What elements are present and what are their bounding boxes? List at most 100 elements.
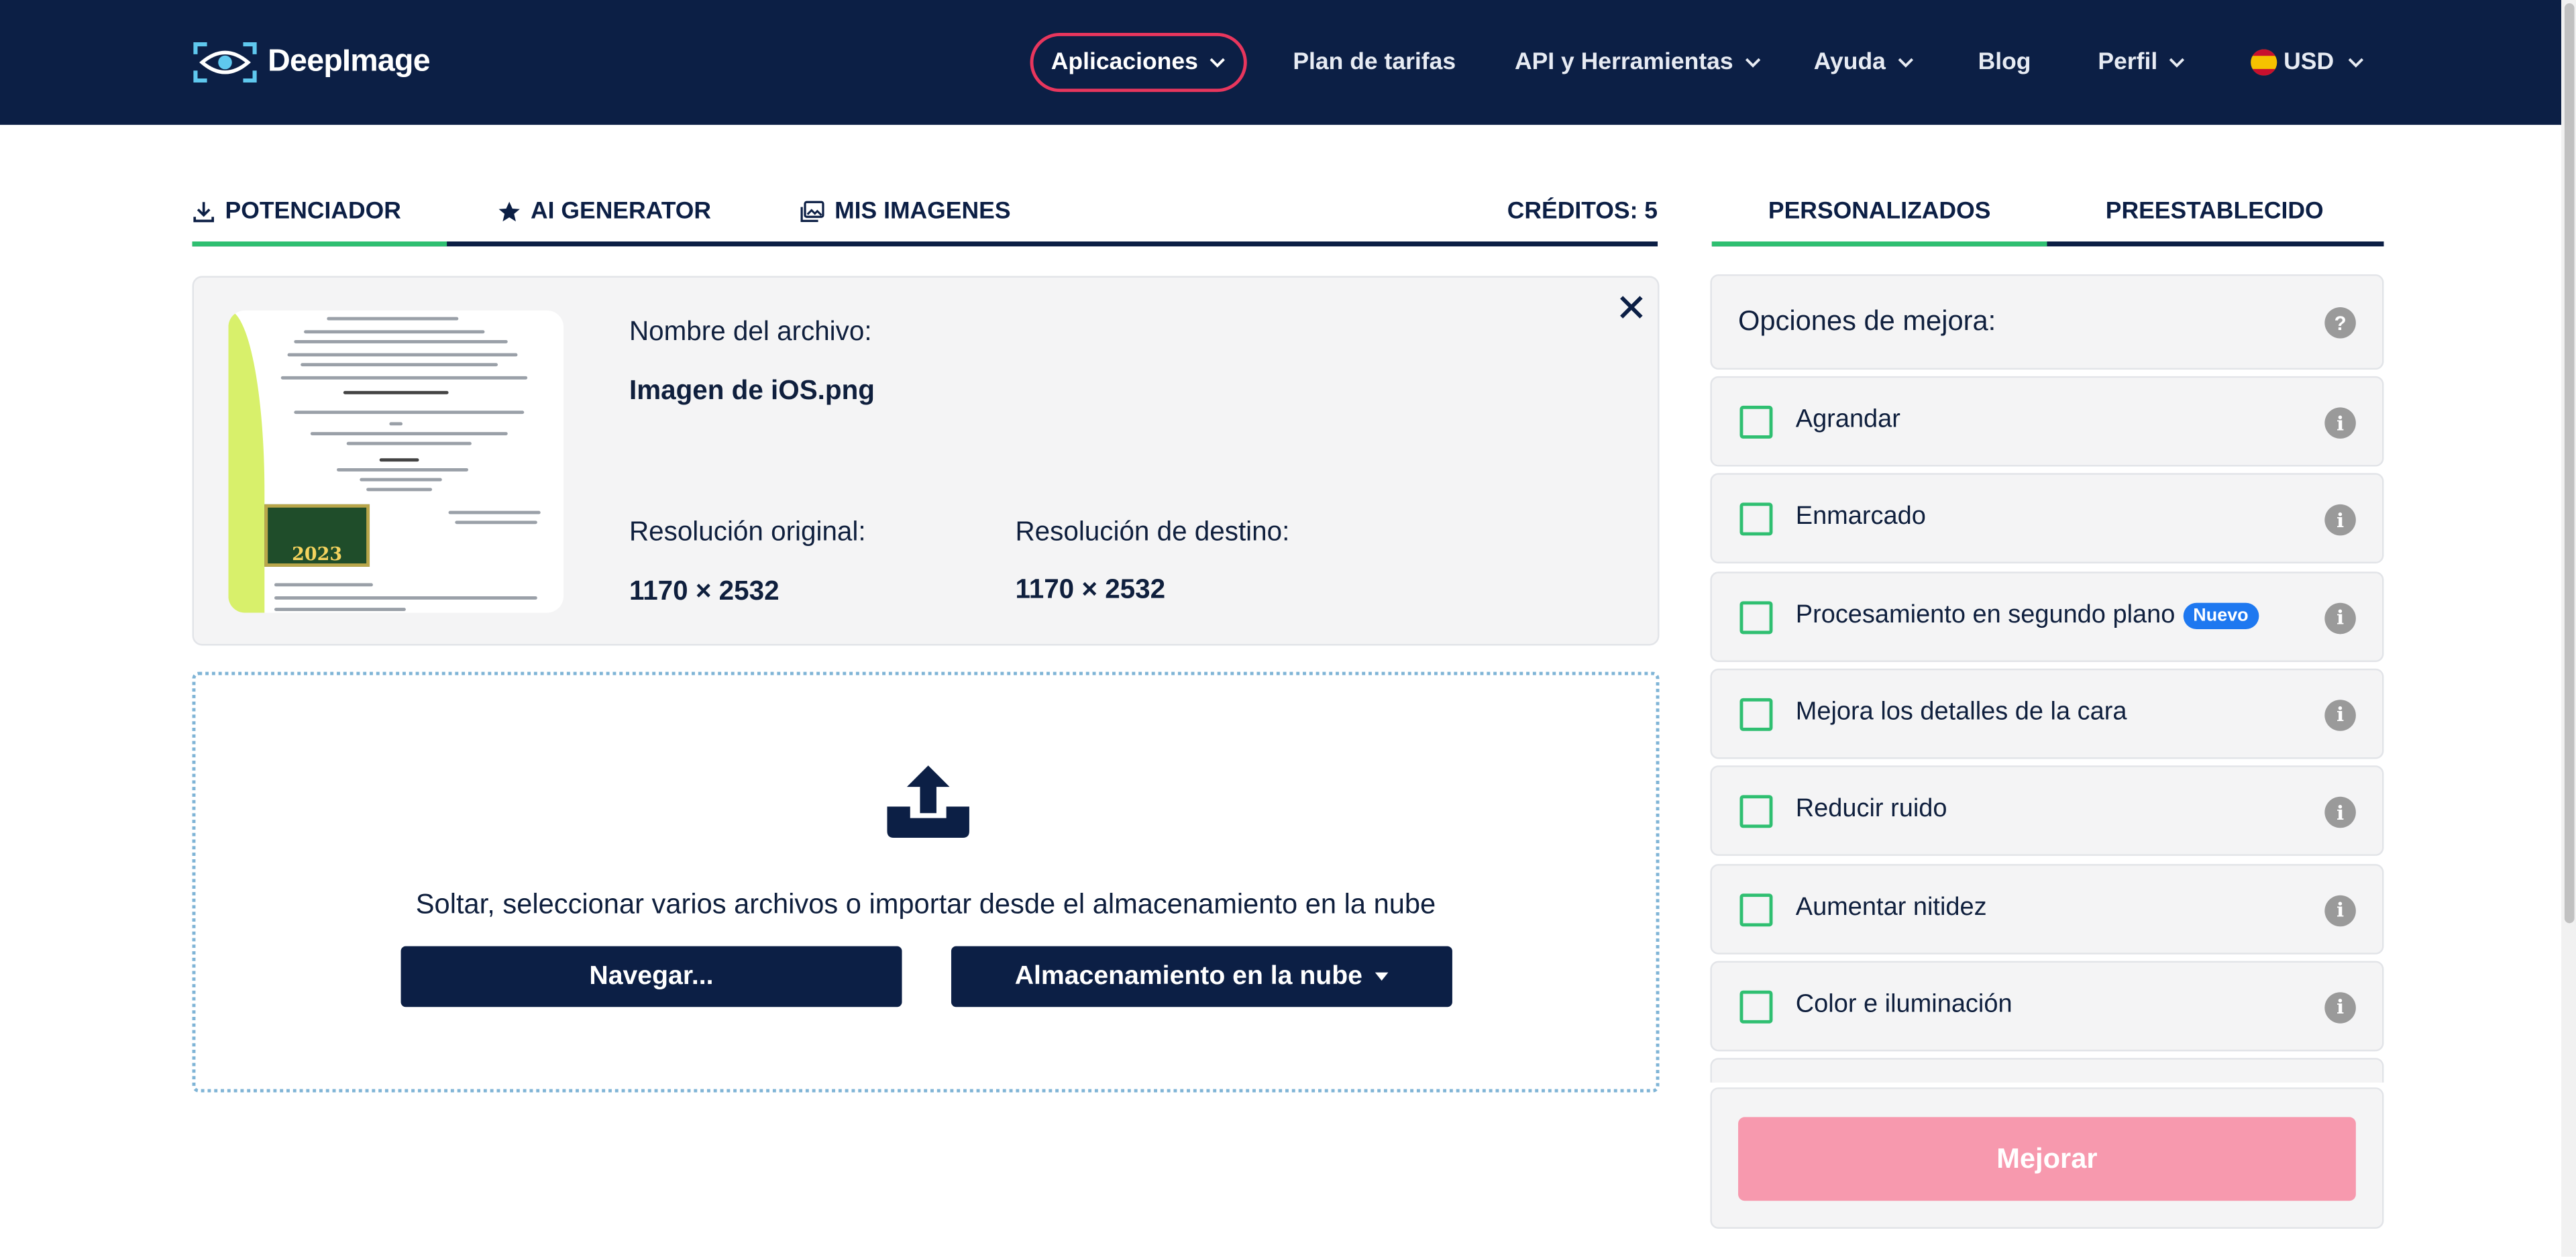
nav-apps-dropdown[interactable]: Aplicaciones (1030, 32, 1247, 93)
option-row-partial (1710, 1058, 2384, 1083)
option-label: Reducir ruido (1796, 796, 1947, 825)
option-label-text: Aumentar nitidez (1795, 893, 1987, 921)
star-icon (498, 201, 520, 221)
file-name-value: Imagen de iOS.png (629, 376, 875, 406)
option-label-text: Enmarcado (1795, 503, 1926, 531)
app-root: DeepImage Aplicaciones Plan de tarifas A… (0, 0, 2576, 1257)
option-label-text: Mejora los detalles de la cara (1795, 698, 2127, 726)
info-icon[interactable]: i (2324, 797, 2356, 828)
info-icon[interactable]: i (2324, 407, 2356, 439)
target-resolution-value: 1170 × 2532 (1015, 575, 1166, 605)
option-label: Mejora los detalles de la cara (1796, 698, 2127, 728)
target-resolution-label: Resolución de destino: (1015, 517, 1290, 547)
nav-profile-label: Perfil (2098, 49, 2158, 76)
option-checkbox[interactable] (1739, 698, 1773, 731)
chevron-down-icon (1745, 58, 1761, 68)
original-resolution-label: Resolución original: (629, 517, 866, 547)
nav-pricing-label: Plan de tarifas (1293, 49, 1456, 76)
option-row[interactable]: Procesamiento en segundo plano Nuevo i (1710, 571, 2384, 661)
option-label-text: Agrandar (1795, 405, 1900, 434)
upload-instructions: Soltar, seleccionar varios archivos o im… (415, 888, 1436, 920)
option-label: Agrandar (1796, 406, 1900, 435)
nav-help-dropdown[interactable]: Ayuda (1814, 0, 1914, 125)
nav-currency-label: USD (2284, 49, 2334, 76)
option-row[interactable]: Enmarcado i (1710, 474, 2384, 564)
upload-dropzone[interactable]: Soltar, seleccionar varios archivos o im… (192, 671, 1660, 1093)
main-tabs: POTENCIADOR AI GENERATOR MIS IMAGENES CR… (192, 180, 1658, 247)
info-icon[interactable]: i (2324, 602, 2356, 634)
new-badge: Nuevo (2183, 602, 2259, 628)
browse-button-label: Navegar... (589, 961, 714, 990)
tab-my-images[interactable]: MIS IMAGENES (800, 180, 1011, 241)
close-icon[interactable] (1617, 292, 1646, 322)
tab-custom[interactable]: PERSONALIZADOS (1712, 180, 2047, 241)
chevron-down-icon (1210, 58, 1226, 68)
option-checkbox[interactable] (1739, 405, 1773, 439)
option-checkbox[interactable] (1739, 795, 1773, 828)
option-checkbox[interactable] (1739, 600, 1773, 634)
chevron-down-icon (1898, 58, 1913, 68)
settings-tabs: PERSONALIZADOS PREESTABLECIDO (1711, 180, 2384, 247)
tab-my-images-label: MIS IMAGENES (835, 198, 1011, 225)
download-icon (193, 201, 214, 222)
option-checkbox[interactable] (1739, 503, 1773, 537)
upload-tray-icon (887, 765, 969, 838)
tab-preset[interactable]: PREESTABLECIDO (2047, 180, 2382, 241)
tab-enhancer-label: POTENCIADOR (225, 198, 401, 225)
chevron-down-icon (2347, 58, 2363, 68)
option-row[interactable]: Mejora los detalles de la cara i (1710, 668, 2384, 759)
option-label-text: Color e iluminación (1795, 990, 2012, 1018)
cloud-storage-label: Almacenamiento en la nube (1014, 961, 1362, 990)
info-icon[interactable]: i (2324, 991, 2356, 1024)
nav-api-dropdown[interactable]: API y Herramientas (1515, 0, 1761, 125)
file-info-card: 2023 Nombre del archivo: Imagen de iOS.p… (192, 276, 1660, 646)
nav-blog-label: Blog (1978, 49, 2031, 76)
option-row[interactable]: Color e iluminación i (1710, 961, 2384, 1051)
spain-flag-icon (2251, 49, 2277, 76)
settings-active-tab-indicator (1711, 241, 2047, 247)
option-label: Enmarcado (1796, 503, 1926, 533)
options-title: Opciones de mejora: (1738, 305, 1996, 337)
brand-name: DeepImage (268, 44, 430, 79)
nav-profile-dropdown[interactable]: Perfil (2098, 0, 2185, 125)
file-name-label: Nombre del archivo: (629, 317, 872, 347)
nav-help-label: Ayuda (1813, 49, 1886, 76)
info-icon[interactable]: i (2324, 700, 2356, 731)
help-icon[interactable]: ? (2324, 307, 2356, 339)
eye-logo-icon (193, 42, 257, 83)
caret-down-icon (1375, 972, 1389, 981)
tab-ai-generator[interactable]: AI GENERATOR (498, 180, 711, 241)
nav-currency-dropdown[interactable]: USD (2251, 0, 2363, 125)
option-checkbox[interactable] (1739, 990, 1773, 1024)
info-icon[interactable]: i (2324, 894, 2356, 926)
image-thumbnail[interactable]: 2023 (228, 310, 564, 613)
chevron-down-icon (2169, 58, 2185, 68)
option-label: Color e iluminación (1796, 990, 2012, 1020)
tab-enhancer[interactable]: POTENCIADOR (193, 180, 401, 241)
option-row[interactable]: Reducir ruido i (1710, 765, 2384, 857)
nav-blog-link[interactable]: Blog (1978, 0, 2031, 125)
option-row[interactable]: Agrandar i (1710, 376, 2384, 467)
option-label: Procesamiento en segundo plano Nuevo (1796, 600, 2259, 630)
options-header: Opciones de mejora: ? (1710, 274, 2384, 370)
browse-button[interactable]: Navegar... (400, 946, 902, 1007)
info-icon[interactable]: i (2324, 504, 2356, 537)
page-scrollbar-thumb[interactable] (2564, 3, 2575, 924)
brand-logo[interactable]: DeepImage (193, 40, 431, 86)
option-label-text: Reducir ruido (1795, 795, 1947, 824)
cloud-storage-dropdown-button[interactable]: Almacenamiento en la nube (951, 946, 1452, 1007)
nav-api-label: API y Herramientas (1514, 49, 1733, 76)
option-checkbox[interactable] (1739, 893, 1773, 926)
improve-section: Mejorar (1710, 1087, 2384, 1229)
images-icon (800, 200, 824, 221)
thumbnail-year: 2023 (292, 543, 343, 565)
original-resolution-value: 1170 × 2532 (629, 576, 780, 606)
option-label: Aumentar nitidez (1796, 893, 1987, 922)
improve-button[interactable]: Mejorar (1738, 1117, 2356, 1201)
option-row[interactable]: Aumentar nitidez i (1710, 863, 2384, 954)
credits-counter: CRÉDITOS: 5 (1507, 198, 1658, 225)
option-label-text: Procesamiento en segundo plano (1795, 600, 2176, 628)
active-tab-indicator (192, 241, 447, 247)
top-navbar: DeepImage Aplicaciones Plan de tarifas A… (0, 0, 2576, 125)
nav-pricing-link[interactable]: Plan de tarifas (1293, 0, 1456, 125)
